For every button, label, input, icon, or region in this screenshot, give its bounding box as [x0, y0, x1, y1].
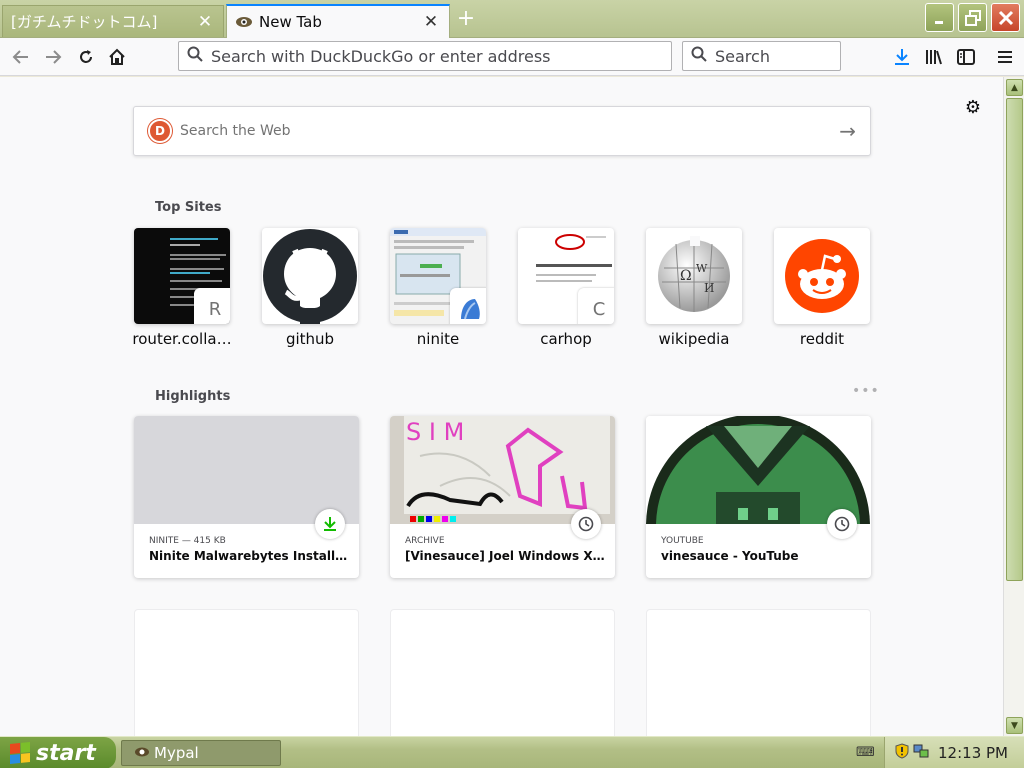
start-button[interactable]: start — [0, 737, 116, 768]
site-label: reddit — [799, 330, 845, 348]
downloads-icon[interactable] — [891, 46, 913, 68]
empty-highlight-slot — [646, 609, 871, 736]
wikipedia-logo-icon: Ω W И — [646, 228, 742, 324]
download-icon — [315, 509, 345, 539]
restore-button[interactable] — [958, 3, 987, 32]
site-label: github — [285, 330, 335, 348]
tab-label: New Tab — [259, 13, 322, 31]
svg-text:Ω: Ω — [680, 268, 692, 284]
mypal-icon — [134, 744, 150, 762]
site-label: ninite — [416, 330, 460, 348]
navigation-toolbar: Search with DuckDuckGo or enter address … — [0, 38, 1024, 76]
top-site-carhop[interactable]: C carhop — [518, 228, 614, 348]
new-tab-plus-icon[interactable]: + — [452, 6, 480, 34]
svg-text:И: И — [704, 281, 714, 295]
site-label: carhop — [540, 330, 592, 348]
empty-highlight-slot — [134, 609, 359, 736]
clock-icon — [827, 509, 857, 539]
top-site-router[interactable]: R router.colla… — [132, 228, 232, 348]
taskbar-item-mypal[interactable]: Mypal — [121, 740, 281, 766]
start-label: start — [36, 740, 96, 766]
site-label: router.colla… — [132, 330, 232, 348]
url-bar[interactable]: Search with DuckDuckGo or enter address — [178, 41, 672, 71]
ninite-logo-icon — [450, 288, 486, 324]
home-icon[interactable] — [106, 46, 128, 68]
system-tray: 12:13 PM — [884, 737, 1024, 768]
card-context: ARCHIVE — [405, 536, 445, 546]
clock[interactable]: 12:13 PM — [938, 744, 1008, 762]
reddit-logo-icon — [774, 228, 870, 324]
arrow-right-icon[interactable]: → — [839, 119, 856, 143]
search-icon — [691, 46, 707, 66]
scroll-up-arrow-icon[interactable]: ▲ — [1006, 79, 1023, 96]
top-site-wikipedia[interactable]: Ω W И wikipedia — [646, 228, 742, 348]
library-icon[interactable] — [923, 46, 945, 68]
top-site-ninite[interactable]: ninite — [390, 228, 486, 348]
site-letter-badge: R — [194, 288, 230, 324]
tab-gachimuchi[interactable]: [ガチムチドットコム] ✕ — [2, 5, 224, 37]
top-site-reddit[interactable]: reddit — [774, 228, 870, 348]
clock-icon — [571, 509, 601, 539]
top-site-github[interactable]: github — [262, 228, 358, 348]
search-placeholder: Search — [715, 46, 770, 66]
forward-arrow-icon[interactable] — [42, 46, 64, 68]
security-shield-icon[interactable] — [895, 743, 909, 763]
new-tab-page: ⚙ D Search the Web → Top Sites R router.… — [0, 77, 1003, 736]
highlights-more-icon[interactable]: ••• — [852, 383, 880, 399]
mypal-favicon-icon — [235, 15, 253, 29]
svg-text:S I M: S I M — [406, 418, 464, 446]
network-icon[interactable] — [913, 743, 929, 763]
card-title: Ninite Malwarebytes Installer.exe — [149, 549, 349, 563]
tab-new-tab[interactable]: New Tab ✕ — [226, 4, 450, 38]
search-icon — [187, 46, 203, 66]
url-placeholder: Search with DuckDuckGo or enter address — [211, 46, 551, 66]
site-thumbnail: R — [134, 228, 230, 324]
close-window-button[interactable] — [991, 3, 1020, 32]
svg-text:W: W — [696, 262, 708, 275]
empty-highlight-slot — [390, 609, 615, 736]
keyboard-icon[interactable]: ⌨ — [856, 745, 875, 760]
sidebar-icon[interactable] — [955, 46, 977, 68]
close-tab-icon[interactable]: ✕ — [195, 12, 215, 32]
vertical-scrollbar[interactable]: ▲ ▼ — [1003, 77, 1024, 736]
site-thumbnail — [390, 228, 486, 324]
top-sites-heading: Top Sites — [155, 200, 222, 215]
gear-icon[interactable]: ⚙ — [962, 97, 984, 119]
site-label: wikipedia — [658, 330, 730, 348]
duckduckgo-logo-icon: D — [148, 119, 172, 143]
scroll-thumb[interactable] — [1006, 98, 1023, 581]
tab-label: [ガチムチドットコム] — [11, 13, 158, 31]
card-context: YOUTUBE — [661, 536, 704, 546]
card-title: vinesauce - YouTube — [661, 549, 799, 563]
github-logo-icon — [262, 228, 358, 324]
highlight-card[interactable]: NINITE — 415 KB Ninite Malwarebytes Inst… — [134, 416, 359, 578]
taskbar-item-label: Mypal — [154, 744, 199, 762]
menu-hamburger-icon[interactable] — [994, 46, 1016, 68]
web-search-box[interactable]: D Search the Web → — [133, 106, 871, 156]
card-title: [Vinesauce] Joel Windows XP De… — [405, 549, 605, 563]
taskbar: start Mypal ⌨ 12:13 PM — [0, 736, 1024, 768]
web-search-input[interactable]: Search the Web — [180, 123, 839, 139]
site-thumbnail: C — [518, 228, 614, 324]
highlights-heading: Highlights — [155, 389, 231, 404]
vinesauce-logo-preview — [646, 416, 871, 578]
tab-strip: [ガチムチドットコム] ✕ New Tab ✕ + — [0, 0, 1024, 38]
card-context: NINITE — 415 KB — [149, 536, 226, 546]
close-tab-icon[interactable]: ✕ — [421, 12, 441, 32]
windows-flag-icon — [10, 741, 30, 765]
paint-screenshot-preview: S I M — [390, 416, 615, 524]
reload-icon[interactable] — [75, 46, 97, 68]
highlight-card[interactable]: S I M ARCHIVE [Vinesauce] Joel Windows X… — [390, 416, 615, 578]
site-letter-badge: C — [578, 288, 614, 324]
minimize-button[interactable] — [925, 3, 954, 32]
scroll-down-arrow-icon[interactable]: ▼ — [1006, 717, 1023, 734]
highlight-card[interactable]: YOUTUBE vinesauce - YouTube — [646, 416, 871, 578]
back-arrow-icon[interactable] — [10, 46, 32, 68]
search-bar[interactable]: Search — [682, 41, 841, 71]
card-preview — [134, 416, 359, 524]
